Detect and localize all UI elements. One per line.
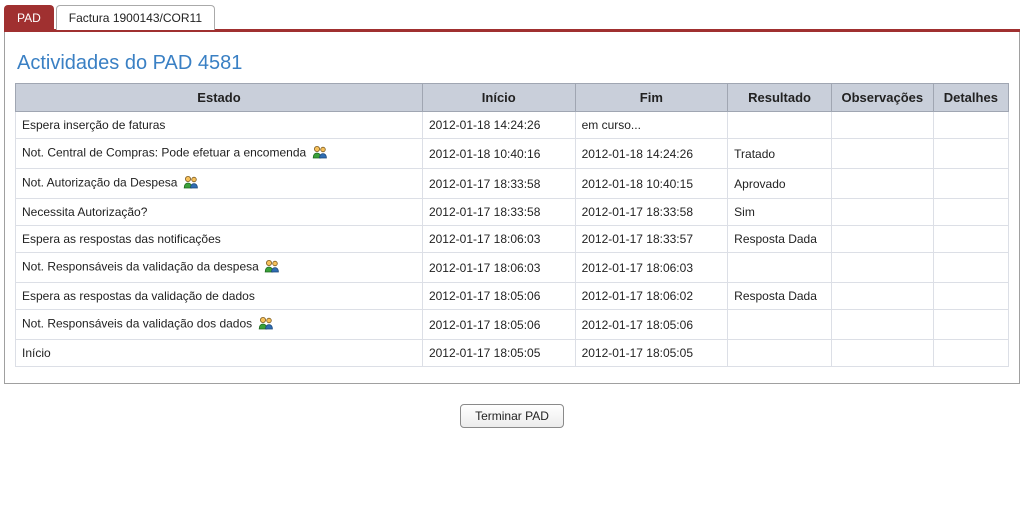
cell-detalhes bbox=[933, 169, 1008, 199]
cell-resultado: Resposta Dada bbox=[728, 283, 832, 310]
table-header-row: Estado Início Fim Resultado Observações … bbox=[16, 84, 1009, 112]
cell-fim: em curso... bbox=[575, 112, 728, 139]
table-row: Not. Autorização da Despesa 2012-01-17 1… bbox=[16, 169, 1009, 199]
estado-text: Espera as respostas da validação de dado… bbox=[22, 289, 255, 303]
estado-text: Início bbox=[22, 346, 51, 360]
cell-detalhes bbox=[933, 253, 1008, 283]
cell-observacoes bbox=[831, 199, 933, 226]
col-header-estado: Estado bbox=[16, 84, 423, 112]
col-header-detalhes: Detalhes bbox=[933, 84, 1008, 112]
cell-resultado bbox=[728, 112, 832, 139]
table-body: Espera inserção de faturas 2012-01-18 14:… bbox=[16, 112, 1009, 367]
cell-resultado bbox=[728, 253, 832, 283]
table-row: Necessita Autorização? 2012-01-17 18:33:5… bbox=[16, 199, 1009, 226]
table-row: Not. Responsáveis da validação dos dados… bbox=[16, 310, 1009, 340]
estado-text: Espera as respostas das notificações bbox=[22, 232, 221, 246]
cell-observacoes bbox=[831, 226, 933, 253]
cell-fim: 2012-01-17 18:05:05 bbox=[575, 340, 728, 367]
people-icon bbox=[312, 145, 328, 162]
people-icon bbox=[183, 175, 199, 192]
cell-fim: 2012-01-17 18:05:06 bbox=[575, 310, 728, 340]
cell-detalhes bbox=[933, 283, 1008, 310]
cell-estado: Espera inserção de faturas bbox=[16, 112, 423, 139]
cell-inicio: 2012-01-17 18:06:03 bbox=[422, 253, 575, 283]
table-row: Início 2012-01-17 18:05:052012-01-17 18:0… bbox=[16, 340, 1009, 367]
cell-detalhes bbox=[933, 139, 1008, 169]
cell-observacoes bbox=[831, 283, 933, 310]
cell-detalhes bbox=[933, 226, 1008, 253]
cell-estado: Not. Responsáveis da validação da despes… bbox=[16, 253, 423, 283]
cell-detalhes bbox=[933, 199, 1008, 226]
people-icon bbox=[258, 316, 274, 333]
tab-pad[interactable]: PAD bbox=[4, 5, 54, 30]
table-row: Espera inserção de faturas 2012-01-18 14:… bbox=[16, 112, 1009, 139]
table-row: Not. Responsáveis da validação da despes… bbox=[16, 253, 1009, 283]
cell-fim: 2012-01-17 18:33:58 bbox=[575, 199, 728, 226]
cell-inicio: 2012-01-17 18:05:06 bbox=[422, 310, 575, 340]
footer: Terminar PAD bbox=[4, 404, 1020, 428]
cell-fim: 2012-01-17 18:06:03 bbox=[575, 253, 728, 283]
estado-text: Not. Central de Compras: Pode efetuar a … bbox=[22, 146, 306, 160]
cell-fim: 2012-01-17 18:33:57 bbox=[575, 226, 728, 253]
estado-text: Not. Responsáveis da validação da despes… bbox=[22, 260, 259, 274]
cell-inicio: 2012-01-17 18:05:06 bbox=[422, 283, 575, 310]
cell-estado: Espera as respostas das notificações bbox=[16, 226, 423, 253]
cell-inicio: 2012-01-18 14:24:26 bbox=[422, 112, 575, 139]
estado-text: Not. Autorização da Despesa bbox=[22, 176, 177, 190]
cell-estado: Necessita Autorização? bbox=[16, 199, 423, 226]
cell-observacoes bbox=[831, 310, 933, 340]
estado-text: Not. Responsáveis da validação dos dados bbox=[22, 317, 252, 331]
cell-resultado: Aprovado bbox=[728, 169, 832, 199]
cell-estado: Início bbox=[16, 340, 423, 367]
cell-resultado bbox=[728, 310, 832, 340]
table-row: Espera as respostas da validação de dado… bbox=[16, 283, 1009, 310]
cell-inicio: 2012-01-17 18:33:58 bbox=[422, 169, 575, 199]
col-header-fim: Fim bbox=[575, 84, 728, 112]
col-header-observacoes: Observações bbox=[831, 84, 933, 112]
cell-inicio: 2012-01-17 18:06:03 bbox=[422, 226, 575, 253]
cell-resultado: Sim bbox=[728, 199, 832, 226]
cell-detalhes bbox=[933, 310, 1008, 340]
col-header-inicio: Início bbox=[422, 84, 575, 112]
cell-estado: Not. Central de Compras: Pode efetuar a … bbox=[16, 139, 423, 169]
tabs-bar: PAD Factura 1900143/COR11 bbox=[4, 4, 1020, 32]
cell-observacoes bbox=[831, 112, 933, 139]
cell-estado: Espera as respostas da validação de dado… bbox=[16, 283, 423, 310]
cell-observacoes bbox=[831, 169, 933, 199]
cell-fim: 2012-01-17 18:06:02 bbox=[575, 283, 728, 310]
page-title: Actividades do PAD 4581 bbox=[15, 52, 1009, 75]
people-icon bbox=[264, 259, 280, 276]
cell-observacoes bbox=[831, 253, 933, 283]
table-row: Espera as respostas das notificações 2012… bbox=[16, 226, 1009, 253]
cell-observacoes bbox=[831, 139, 933, 169]
estado-text: Necessita Autorização? bbox=[22, 205, 147, 219]
table-row: Not. Central de Compras: Pode efetuar a … bbox=[16, 139, 1009, 169]
col-header-resultado: Resultado bbox=[728, 84, 832, 112]
cell-detalhes bbox=[933, 112, 1008, 139]
cell-estado: Not. Autorização da Despesa bbox=[16, 169, 423, 199]
cell-estado: Not. Responsáveis da validação dos dados bbox=[16, 310, 423, 340]
cell-detalhes bbox=[933, 340, 1008, 367]
cell-fim: 2012-01-18 14:24:26 bbox=[575, 139, 728, 169]
cell-resultado: Tratado bbox=[728, 139, 832, 169]
cell-inicio: 2012-01-17 18:05:05 bbox=[422, 340, 575, 367]
terminar-pad-button[interactable]: Terminar PAD bbox=[460, 404, 564, 428]
tab-factura[interactable]: Factura 1900143/COR11 bbox=[56, 5, 215, 30]
cell-resultado: Resposta Dada bbox=[728, 226, 832, 253]
estado-text: Espera inserção de faturas bbox=[22, 118, 165, 132]
cell-inicio: 2012-01-18 10:40:16 bbox=[422, 139, 575, 169]
activities-table: Estado Início Fim Resultado Observações … bbox=[15, 83, 1009, 367]
cell-inicio: 2012-01-17 18:33:58 bbox=[422, 199, 575, 226]
cell-observacoes bbox=[831, 340, 933, 367]
content-panel: Actividades do PAD 4581 Estado Início Fi… bbox=[4, 32, 1020, 384]
cell-resultado bbox=[728, 340, 832, 367]
cell-fim: 2012-01-18 10:40:15 bbox=[575, 169, 728, 199]
